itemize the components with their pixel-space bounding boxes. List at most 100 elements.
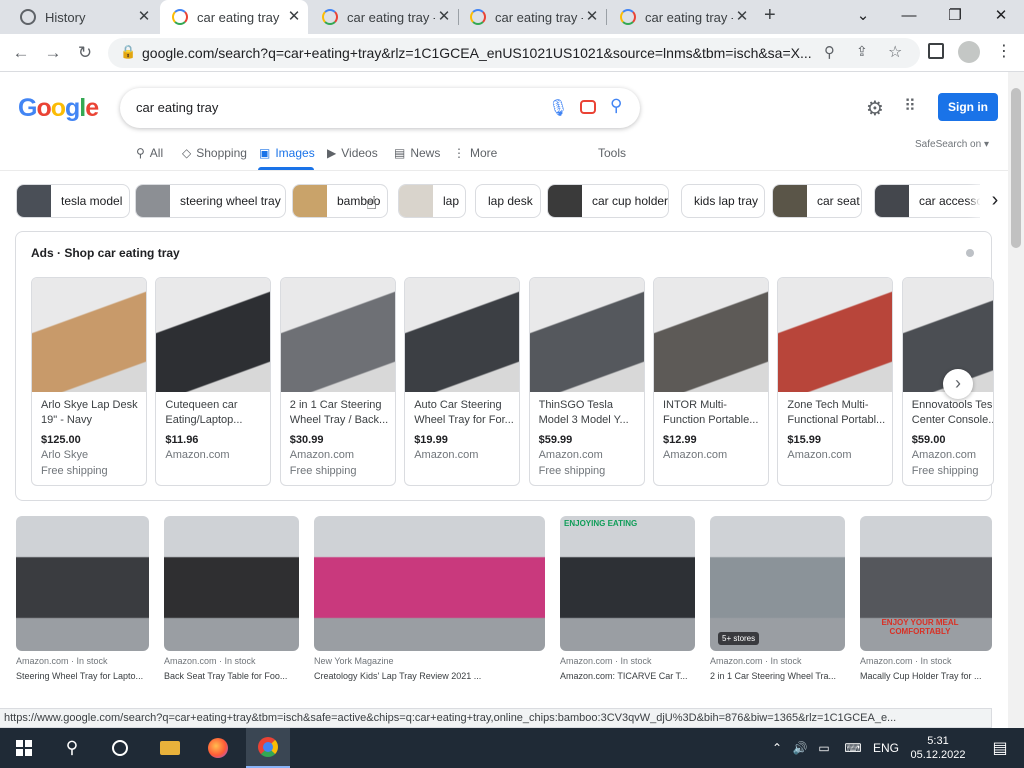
chip-4[interactable]: lap desk: [475, 184, 541, 218]
profile-avatar[interactable]: [958, 41, 980, 63]
product-image[interactable]: [654, 278, 768, 392]
settings-gear-icon[interactable]: ⚙: [866, 96, 884, 121]
forward-button[interactable]: →: [38, 38, 68, 68]
search-icon[interactable]: ⚲: [610, 96, 622, 116]
menu-kebab-icon[interactable]: ⋮: [996, 41, 1012, 61]
tab-3[interactable]: car eating tray - ✕: [458, 0, 606, 34]
address-bar[interactable]: 🔒 google.com/search?q=car+eating+tray&rl…: [108, 38, 920, 68]
product-image[interactable]: [778, 278, 893, 392]
back-button[interactable]: ←: [6, 38, 36, 68]
result-title[interactable]: 2 in 1 Car Steering Wheel Tra...: [710, 671, 845, 681]
product-title[interactable]: Cutequeen car Eating/Laptop...: [165, 398, 265, 428]
carousel-next-icon[interactable]: ›: [943, 369, 973, 399]
product-image[interactable]: [280, 278, 395, 392]
sign-in-button[interactable]: Sign in: [938, 93, 998, 121]
search-icon[interactable]: ⚲: [50, 728, 94, 768]
product-title[interactable]: INTOR Multi-Function Portable...: [663, 398, 763, 428]
info-icon[interactable]: [966, 249, 974, 257]
scrollbar-thumb[interactable]: [1011, 88, 1021, 248]
result-source[interactable]: Amazon.com · In stock: [16, 656, 149, 666]
windows-start-icon[interactable]: [0, 728, 48, 768]
result-image[interactable]: ENJOYING EATING: [560, 516, 695, 651]
product-card[interactable]: Cutequeen car Eating/Laptop... $11.96 Am…: [155, 277, 272, 486]
nav-images[interactable]: ▣ Images: [259, 146, 315, 160]
tab-2[interactable]: car eating tray - ✕: [310, 0, 458, 34]
result-source[interactable]: Amazon.com · In stock: [710, 656, 845, 666]
network-icon[interactable]: ▭: [814, 728, 834, 768]
new-tab-button[interactable]: +: [764, 4, 776, 27]
result-image[interactable]: [16, 516, 149, 651]
product-card[interactable]: ThinSGO Tesla Model 3 Model Y... $59.99 …: [528, 277, 645, 486]
chip-7[interactable]: car seat: [772, 184, 862, 218]
result-image[interactable]: [164, 516, 299, 651]
tray-chevron-icon[interactable]: ⌃: [768, 728, 786, 768]
bookmark-star-icon[interactable]: ☆: [888, 42, 902, 62]
product-title[interactable]: 2 in 1 Car Steering Wheel Tray / Back...: [290, 398, 390, 428]
nav-more[interactable]: ⋮ More: [453, 146, 497, 160]
notification-icon[interactable]: ▤: [980, 728, 1020, 768]
result-source[interactable]: Amazon.com · In stock: [560, 656, 695, 666]
result-title[interactable]: Creatology Kids' Lap Tray Review 2021 ..…: [314, 671, 545, 681]
chrome-icon[interactable]: [246, 728, 290, 768]
volume-icon[interactable]: 🔊: [790, 728, 810, 768]
search-input[interactable]: car eating tray: [136, 100, 218, 115]
product-card[interactable]: Zone Tech Multi-Functional Portabl... $1…: [777, 277, 894, 486]
keyboard-icon[interactable]: ⌨: [840, 728, 866, 768]
clock[interactable]: 5:31 05.12.2022: [906, 728, 970, 768]
close-icon[interactable]: ✕: [436, 9, 452, 25]
result-image[interactable]: [314, 516, 545, 651]
mic-icon[interactable]: 🎙: [548, 98, 568, 118]
product-image[interactable]: [156, 278, 271, 392]
minimize-button[interactable]: —: [886, 0, 932, 34]
result-title[interactable]: Steering Wheel Tray for Lapto...: [16, 671, 149, 681]
product-title[interactable]: Ennovatools Tesla Center Console...: [912, 398, 993, 428]
apps-grid-icon[interactable]: ⠿: [904, 96, 916, 116]
task-view-icon[interactable]: [98, 728, 142, 768]
tab-history[interactable]: History ✕: [8, 0, 158, 34]
safesearch-toggle[interactable]: SafeSearch on ▾: [915, 139, 989, 150]
tab-4[interactable]: car eating tray - ✕: [608, 0, 756, 34]
side-panel-icon[interactable]: [928, 43, 944, 59]
result-source[interactable]: Amazon.com · In stock: [164, 656, 299, 666]
zoom-icon[interactable]: ⚲: [824, 43, 835, 61]
chip-0[interactable]: tesla model: [16, 184, 130, 218]
product-image[interactable]: [529, 278, 644, 392]
file-explorer-icon[interactable]: [148, 728, 192, 768]
product-title[interactable]: ThinSGO Tesla Model 3 Model Y...: [539, 398, 639, 428]
camera-lens-icon[interactable]: [580, 100, 596, 114]
chip-5[interactable]: car cup holder: [547, 184, 669, 218]
nav-all[interactable]: ⚲ All: [136, 146, 163, 160]
product-title[interactable]: Zone Tech Multi-Functional Portabl...: [787, 398, 887, 428]
nav-news[interactable]: ▤ News: [394, 146, 440, 160]
tools-button[interactable]: Tools: [598, 146, 626, 160]
product-card[interactable]: INTOR Multi-Function Portable... $12.99 …: [653, 277, 769, 486]
tab-search-icon[interactable]: ⌄: [840, 0, 886, 34]
tab-active[interactable]: car eating tray ✕: [160, 0, 308, 34]
share-icon[interactable]: ⇪: [856, 43, 868, 60]
chip-1[interactable]: steering wheel tray: [135, 184, 286, 218]
product-card[interactable]: 2 in 1 Car Steering Wheel Tray / Back...…: [279, 277, 396, 486]
product-title[interactable]: Arlo Skye Lap Desk 19" - Navy: [41, 398, 141, 428]
product-card[interactable]: Arlo Skye Lap Desk 19" - Navy $125.00 Ar…: [31, 277, 147, 486]
search-box[interactable]: car eating tray 🎙 ⚲: [120, 88, 640, 128]
result-source[interactable]: New York Magazine: [314, 656, 545, 666]
result-source[interactable]: Amazon.com · In stock: [860, 656, 992, 666]
result-title[interactable]: Back Seat Tray Table for Foo...: [164, 671, 299, 681]
result-image[interactable]: ENJOY YOUR MEAL COMFORTABLY: [860, 516, 992, 651]
close-icon[interactable]: ✕: [734, 9, 750, 25]
product-title[interactable]: Auto Car Steering Wheel Tray for For...: [414, 398, 514, 428]
close-icon[interactable]: ✕: [136, 9, 152, 25]
firefox-icon[interactable]: [196, 728, 240, 768]
result-title[interactable]: Amazon.com: TICARVE Car T...: [560, 671, 695, 681]
language-indicator[interactable]: ENG: [870, 728, 902, 768]
result-title[interactable]: Macally Cup Holder Tray for ...: [860, 671, 992, 681]
reload-button[interactable]: ↻: [70, 38, 100, 68]
chip-3[interactable]: lap: [398, 184, 466, 218]
result-image[interactable]: 5+ stores: [710, 516, 845, 651]
chip-6[interactable]: kids lap tray: [681, 184, 765, 218]
close-window-button[interactable]: ✕: [978, 0, 1024, 34]
nav-shopping[interactable]: ◇ Shopping: [182, 146, 247, 160]
google-logo[interactable]: Google: [18, 94, 99, 123]
restore-button[interactable]: ❐: [932, 0, 978, 34]
close-icon[interactable]: ✕: [286, 9, 302, 25]
